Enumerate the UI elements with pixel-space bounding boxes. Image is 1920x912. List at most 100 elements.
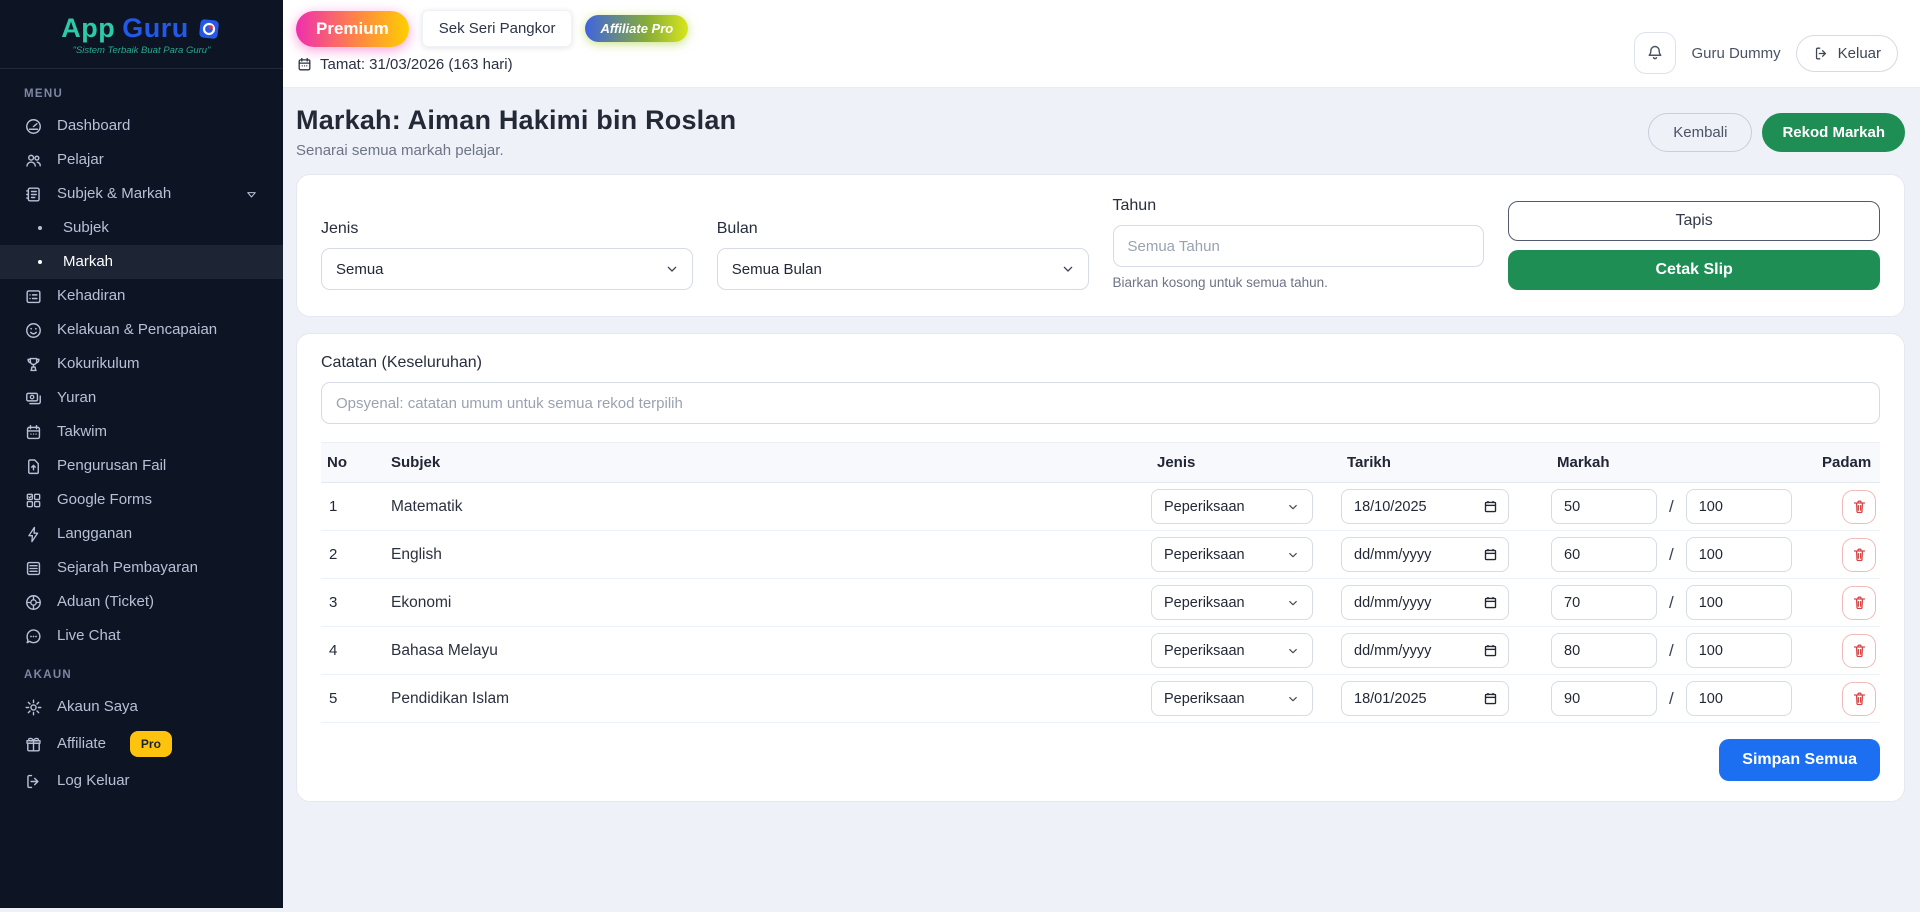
date-input[interactable]: 18/01/2025: [1341, 681, 1509, 716]
jenis-select[interactable]: Peperiksaan: [1151, 681, 1313, 716]
score-input[interactable]: [1551, 633, 1657, 668]
row-number: 1: [321, 498, 385, 515]
jenis-select[interactable]: Peperiksaan: [1151, 633, 1313, 668]
sidebar-item-markah[interactable]: Markah: [0, 245, 283, 279]
book-list-icon: [24, 185, 43, 204]
date-picker-icon[interactable]: [1483, 643, 1498, 658]
jenis-select[interactable]: Peperiksaan: [1151, 585, 1313, 620]
logout-icon: [24, 772, 43, 791]
sidebar-item-label: Google Forms: [57, 490, 152, 510]
sidebar-item-takwim[interactable]: Takwim: [0, 415, 283, 449]
tahun-label: Tahun: [1113, 197, 1485, 215]
date-picker-icon[interactable]: [1483, 691, 1498, 706]
subject-name: Bahasa Melayu: [385, 642, 1151, 660]
sidebar-item-log-keluar[interactable]: Log Keluar: [0, 764, 283, 798]
delete-row-button[interactable]: [1842, 682, 1876, 716]
page-header: Markah: Aiman Hakimi bin Roslan Senarai …: [296, 105, 1905, 159]
max-score-input[interactable]: [1686, 633, 1792, 668]
sidebar-item-affiliate[interactable]: Affiliate Pro: [0, 724, 283, 764]
max-score-input[interactable]: [1686, 537, 1792, 572]
row-number: 3: [321, 594, 385, 611]
dashboard-icon: [24, 117, 43, 136]
score-input[interactable]: [1551, 537, 1657, 572]
max-score-input[interactable]: [1686, 489, 1792, 524]
delete-row-button[interactable]: [1842, 538, 1876, 572]
score-separator: /: [1669, 593, 1674, 613]
date-picker-icon[interactable]: [1483, 595, 1498, 610]
sidebar-item-label: Takwim: [57, 422, 107, 442]
max-score-input[interactable]: [1686, 681, 1792, 716]
page-title: Markah: Aiman Hakimi bin Roslan: [296, 105, 736, 136]
date-input[interactable]: dd/mm/yyyy: [1341, 585, 1509, 620]
sidebar-item-pengurusan-fail[interactable]: Pengurusan Fail: [0, 449, 283, 483]
col-header-jenis: Jenis: [1151, 443, 1341, 482]
jenis-select[interactable]: Semua: [321, 248, 693, 290]
sidebar: AppGuru "Sistem Terbaik Buat Para Guru" …: [0, 0, 283, 908]
sidebar-item-label: Akaun Saya: [57, 697, 138, 717]
score-input[interactable]: [1551, 681, 1657, 716]
bulan-select[interactable]: Semua Bulan: [717, 248, 1089, 290]
sidebar-item-subjek-markah[interactable]: Subjek & Markah: [0, 177, 283, 211]
sidebar-item-label: Kehadiran: [57, 286, 125, 306]
sidebar-item-label: Aduan (Ticket): [57, 592, 154, 612]
sidebar-item-label: Dashboard: [57, 116, 130, 136]
record-marks-button[interactable]: Rekod Markah: [1762, 113, 1905, 152]
sidebar-item-akaun-saya[interactable]: Akaun Saya: [0, 690, 283, 724]
logo-tagline: "Sistem Terbaik Buat Para Guru": [10, 45, 273, 56]
delete-row-button[interactable]: [1842, 490, 1876, 524]
user-name: Guru Dummy: [1691, 45, 1780, 62]
attendance-icon: [24, 287, 43, 306]
jenis-label: Jenis: [321, 220, 693, 238]
bullet-icon: [38, 226, 42, 230]
logout-button[interactable]: Keluar: [1796, 35, 1898, 72]
table-header-row: No Subjek Jenis Tarikh Markah Padam: [321, 442, 1880, 483]
delete-row-button[interactable]: [1842, 634, 1876, 668]
filter-button[interactable]: Tapis: [1508, 201, 1880, 241]
date-input[interactable]: dd/mm/yyyy: [1341, 537, 1509, 572]
back-button[interactable]: Kembali: [1648, 113, 1752, 152]
sidebar-item-label: Langganan: [57, 524, 132, 544]
sidebar-item-kehadiran[interactable]: Kehadiran: [0, 279, 283, 313]
sidebar-item-aduan[interactable]: Aduan (Ticket): [0, 585, 283, 619]
sidebar-item-dashboard[interactable]: Dashboard: [0, 109, 283, 143]
bulan-field: Bulan Semua Bulan: [717, 220, 1089, 290]
sidebar-item-google-forms[interactable]: Google Forms: [0, 483, 283, 517]
tahun-input[interactable]: [1113, 225, 1485, 267]
date-input[interactable]: dd/mm/yyyy: [1341, 633, 1509, 668]
notifications-button[interactable]: [1634, 32, 1676, 74]
date-input[interactable]: 18/10/2025: [1341, 489, 1509, 524]
table-row: 2 English Peperiksaan dd/mm/yyyy /: [321, 531, 1880, 579]
sidebar-item-pelajar[interactable]: Pelajar: [0, 143, 283, 177]
jenis-select[interactable]: Peperiksaan: [1151, 489, 1313, 524]
print-slip-button[interactable]: Cetak Slip: [1508, 250, 1880, 290]
page-content: Markah: Aiman Hakimi bin Roslan Senarai …: [283, 88, 1920, 802]
trash-icon: [1851, 594, 1868, 611]
score-input[interactable]: [1551, 489, 1657, 524]
document-icon: [24, 559, 43, 578]
app-logo: AppGuru "Sistem Terbaik Buat Para Guru": [0, 0, 283, 69]
sidebar-item-label: Kokurikulum: [57, 354, 140, 374]
marks-table: No Subjek Jenis Tarikh Markah Padam 1 Ma…: [321, 442, 1880, 781]
bullet-icon: [38, 260, 42, 264]
topbar-right: Guru Dummy Keluar: [1634, 10, 1898, 87]
row-number: 2: [321, 546, 385, 563]
sidebar-item-kelakuan[interactable]: Kelakuan & Pencapaian: [0, 313, 283, 347]
score-input[interactable]: [1551, 585, 1657, 620]
max-score-input[interactable]: [1686, 585, 1792, 620]
file-upload-icon: [24, 457, 43, 476]
delete-row-button[interactable]: [1842, 586, 1876, 620]
date-picker-icon[interactable]: [1483, 499, 1498, 514]
main-area: Premium Sek Seri Pangkor Affiliate Pro T…: [283, 0, 1920, 912]
sidebar-item-yuran[interactable]: Yuran: [0, 381, 283, 415]
sidebar-item-sejarah-pembayaran[interactable]: Sejarah Pembayaran: [0, 551, 283, 585]
sidebar-item-kokurikulum[interactable]: Kokurikulum: [0, 347, 283, 381]
date-picker-icon[interactable]: [1483, 547, 1498, 562]
catatan-input[interactable]: [321, 382, 1880, 424]
sidebar-item-live-chat[interactable]: Live Chat: [0, 619, 283, 653]
sidebar-item-langganan[interactable]: Langganan: [0, 517, 283, 551]
jenis-select[interactable]: Peperiksaan: [1151, 537, 1313, 572]
save-row: Simpan Semua: [321, 723, 1880, 781]
sidebar-item-subjek[interactable]: Subjek: [0, 211, 283, 245]
save-all-button[interactable]: Simpan Semua: [1719, 739, 1880, 781]
gift-icon: [24, 735, 43, 754]
